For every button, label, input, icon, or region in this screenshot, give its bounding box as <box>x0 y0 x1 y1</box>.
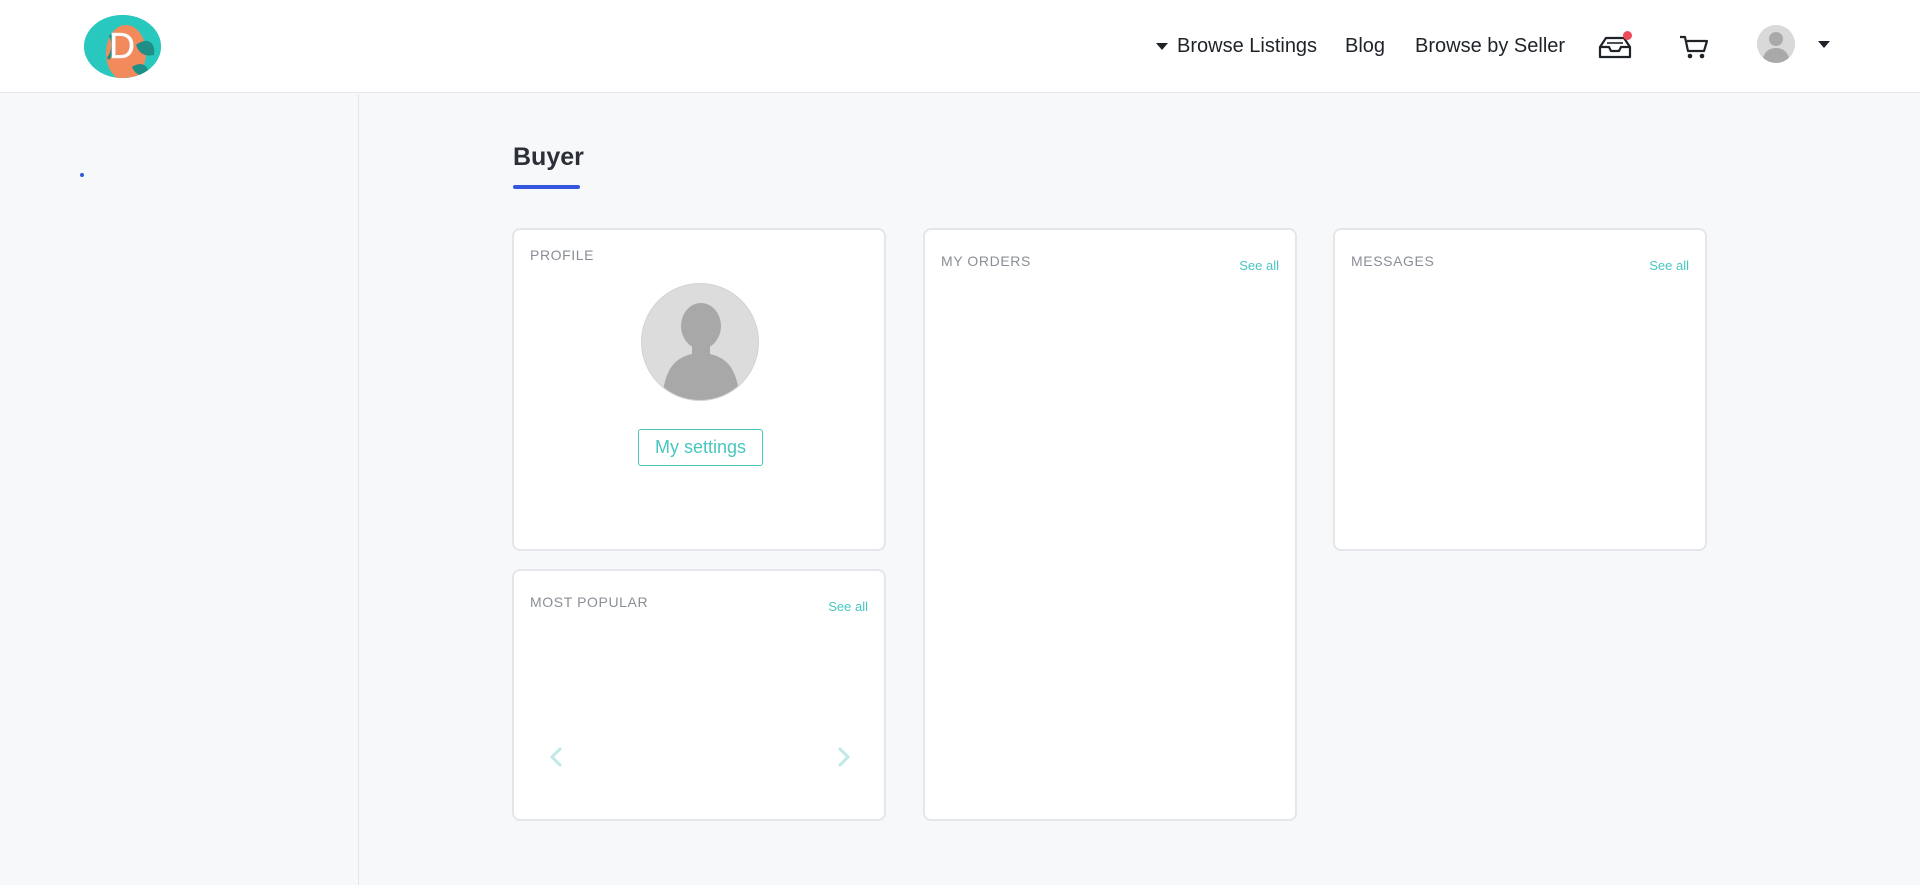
my-orders-see-all-link[interactable]: See all <box>1239 258 1279 273</box>
my-orders-card-label: MY ORDERS <box>941 253 1031 269</box>
most-popular-card: MOST POPULAR See all <box>512 569 886 821</box>
my-orders-card: MY ORDERS See all <box>923 228 1297 821</box>
messages-see-all-link[interactable]: See all <box>1649 258 1689 273</box>
profile-card-label: PROFILE <box>530 247 595 263</box>
page-title: Buyer <box>513 143 584 171</box>
cart-icon <box>1680 35 1709 59</box>
blog-link[interactable]: Blog <box>1345 0 1385 93</box>
browse-by-seller-link[interactable]: Browse by Seller <box>1415 0 1565 93</box>
browse-listings-label: Browse Listings <box>1177 35 1318 57</box>
most-popular-card-label: MOST POPULAR <box>530 594 649 610</box>
browse-listings-menu[interactable]: Browse Listings <box>1156 0 1317 93</box>
user-silhouette-icon <box>1757 25 1795 63</box>
user-silhouette-icon <box>642 284 758 400</box>
my-settings-button[interactable]: My settings <box>638 429 763 466</box>
messages-card: MESSAGES See all <box>1333 228 1707 551</box>
notification-badge <box>1623 31 1632 40</box>
chevron-left-icon <box>550 747 562 767</box>
title-underline <box>513 185 580 189</box>
caret-down-icon <box>1156 43 1168 50</box>
carousel-next-button[interactable] <box>834 747 854 767</box>
top-header: D Browse Listings Blog Browse by Seller <box>0 0 1920 93</box>
loading-indicator <box>80 173 84 177</box>
user-menu-chevron-down-icon[interactable] <box>1818 41 1830 48</box>
profile-avatar <box>641 283 759 401</box>
chevron-right-icon <box>838 747 850 767</box>
messages-card-label: MESSAGES <box>1351 253 1435 269</box>
carousel-prev-button[interactable] <box>546 747 566 767</box>
sidebar <box>0 94 359 885</box>
profile-card: PROFILE My settings <box>512 228 886 551</box>
most-popular-see-all-link[interactable]: See all <box>828 599 868 614</box>
site-logo[interactable]: D <box>84 15 161 78</box>
logo-letter: D <box>109 25 135 66</box>
inbox-button[interactable] <box>1597 29 1633 65</box>
cart-button[interactable] <box>1676 29 1712 65</box>
user-avatar[interactable] <box>1757 25 1795 63</box>
